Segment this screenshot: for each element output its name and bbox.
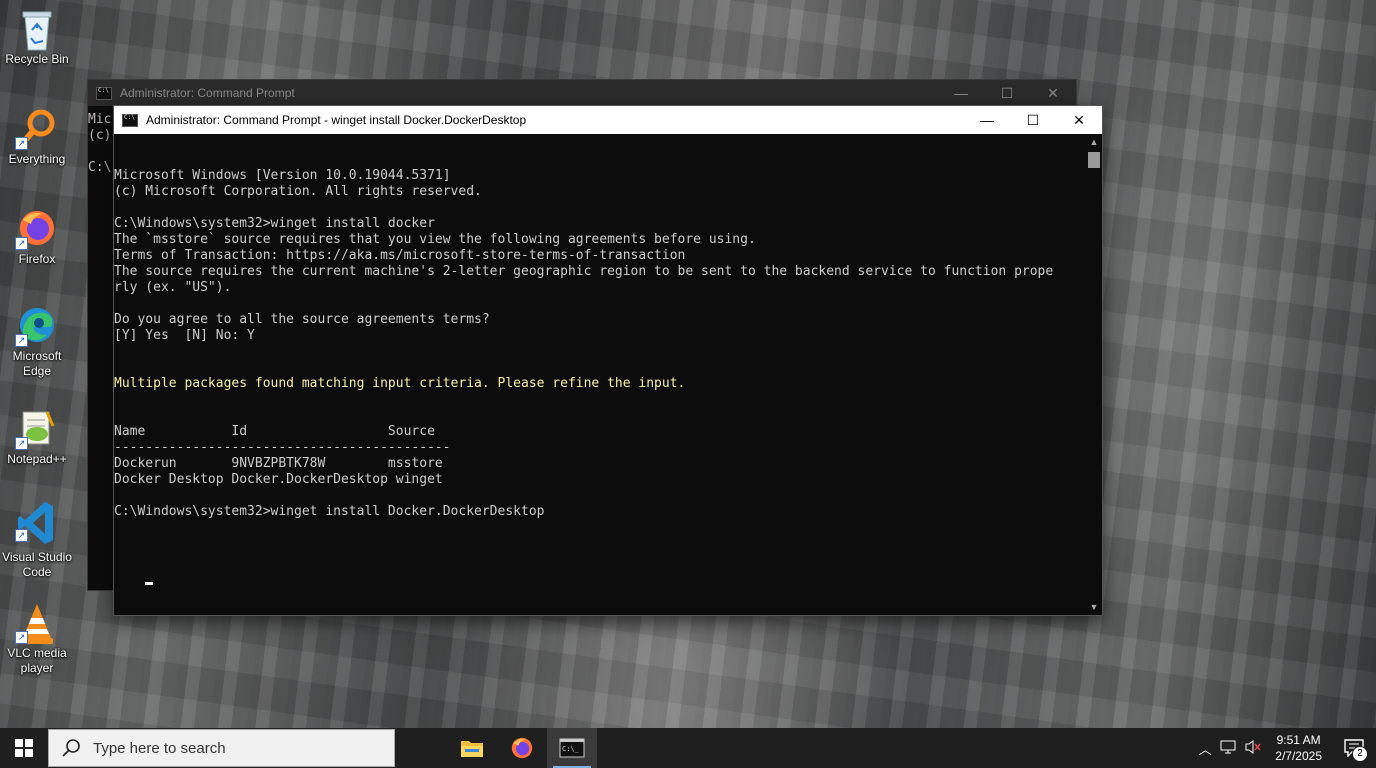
window-title: Administrator: Command Prompt (120, 86, 295, 100)
console-output[interactable]: Microsoft Windows [Version 10.0.19044.53… (114, 134, 1086, 615)
console-line: ----------------------------------------… (114, 440, 451, 455)
maximize-button[interactable]: ☐ (984, 80, 1030, 106)
desktop-icon-edge[interactable]: ↗ Microsoft Edge (2, 305, 72, 379)
vlc-icon: ↗ (15, 602, 57, 644)
minimize-button[interactable]: — (964, 106, 1010, 134)
notification-count-badge: 2 (1352, 746, 1368, 762)
minimize-button[interactable]: — (938, 80, 984, 106)
console-line: rly (ex. "US"). (114, 280, 232, 295)
shortcut-arrow-icon: ↗ (15, 137, 28, 150)
console-line: Microsoft Windows [Version 10.0.19044.53… (114, 168, 451, 183)
desktop-icon-notepad-plus-plus[interactable]: ↗ Notepad++ (2, 408, 72, 467)
desktop-icon-label: VLC media player (7, 646, 67, 675)
clock-date: 2/7/2025 (1275, 749, 1322, 763)
network-icon[interactable] (1217, 739, 1241, 758)
shortcut-arrow-icon: ↗ (15, 237, 28, 250)
close-button[interactable]: ✕ (1030, 80, 1076, 106)
taskbar-file-explorer[interactable] (447, 728, 497, 768)
desktop-icon-label: Microsoft Edge (12, 349, 62, 378)
console-cursor (145, 582, 154, 585)
everything-search-icon: ↗ (15, 108, 57, 150)
scroll-down-arrow-icon[interactable]: ▼ (1086, 599, 1102, 615)
console-line: (c) Microsoft Corporation. All rights re… (114, 184, 482, 199)
start-button[interactable] (0, 728, 48, 768)
desktop-icon-label: Firefox (18, 252, 56, 266)
shortcut-arrow-icon: ↗ (15, 334, 28, 347)
console-line: C:\Windows\system32>winget install docke… (114, 216, 435, 231)
cmd-window[interactable]: Administrator: Command Prompt - winget i… (113, 105, 1103, 616)
volume-muted-icon[interactable] (1241, 739, 1265, 758)
cmd-app-icon (96, 86, 112, 100)
taskbar-command-prompt[interactable]: C:\_ (547, 728, 597, 768)
firefox-icon (511, 737, 533, 759)
windows-logo-icon (15, 739, 33, 757)
vscode-icon: ↗ (15, 500, 57, 544)
action-center-button[interactable]: 2 (1332, 728, 1376, 768)
desktop-icon-label: Notepad++ (7, 452, 67, 466)
background-window-titlebar[interactable]: Administrator: Command Prompt — ☐ ✕ (88, 80, 1076, 106)
shortcut-arrow-icon: ↗ (15, 631, 28, 644)
taskbar-firefox[interactable] (497, 728, 547, 768)
console-line: The `msstore` source requires that you v… (114, 232, 756, 247)
console-line: C:\Windows\system32>winget install Docke… (114, 504, 545, 519)
desktop-icon-firefox[interactable]: ↗ Firefox (2, 208, 72, 267)
file-explorer-icon (461, 741, 483, 757)
desktop-icon-vlc[interactable]: ↗ VLC media player (2, 602, 72, 676)
console-line: Dockerun 9NVBZPBTK78W msstore (114, 456, 443, 471)
console-lines: Microsoft Windows [Version 10.0.19044.53… (114, 168, 1086, 344)
maximize-button[interactable]: ☐ (1010, 106, 1056, 134)
show-hidden-icons-chevron-icon[interactable]: ︿ (1193, 739, 1217, 758)
search-placeholder: Type here to search (93, 739, 226, 757)
vertical-scrollbar[interactable]: ▲ ▼ (1086, 134, 1102, 615)
clock-time: 9:51 AM (1276, 733, 1321, 747)
edge-icon: ↗ (15, 305, 57, 347)
command-prompt-icon: C:\_ (559, 738, 585, 758)
console-line: The source requires the current machine'… (114, 264, 1054, 279)
scrollbar-thumb[interactable] (1088, 152, 1100, 168)
taskbar-search-box[interactable]: Type here to search (48, 729, 395, 767)
notepad-plus-plus-icon: ↗ (15, 408, 57, 450)
console-warning-line: Multiple packages found matching input c… (114, 376, 686, 391)
desktop-icon-label: Visual Studio Code (2, 550, 72, 579)
system-tray: ︿ 9:51 AM 2/7/2025 2 (1193, 728, 1376, 768)
desktop-icon-vscode[interactable]: ↗ Visual Studio Code (2, 500, 72, 580)
window-titlebar[interactable]: Administrator: Command Prompt - winget i… (114, 106, 1102, 134)
scroll-up-arrow-icon[interactable]: ▲ (1086, 134, 1102, 150)
desktop-icon-label: Everything (8, 152, 66, 166)
console-line: Terms of Transaction: https://aka.ms/mic… (114, 248, 686, 263)
search-icon (62, 739, 80, 757)
taskbar-clock[interactable]: 9:51 AM 2/7/2025 (1265, 732, 1332, 764)
recycle-bin-icon (17, 8, 57, 51)
console-table-lines: Name Id Source --------------------------… (114, 424, 1086, 520)
desktop-icon-recycle-bin[interactable]: Recycle Bin (2, 8, 72, 67)
taskbar: Type here to search C:\_ ︿ 9:51 AM 2/7/2… (0, 728, 1376, 768)
close-button[interactable]: ✕ (1056, 106, 1102, 134)
shortcut-arrow-icon: ↗ (15, 529, 28, 542)
desktop-icon-label: Recycle Bin (5, 52, 69, 66)
console-line: Docker Desktop Docker.DockerDesktop wing… (114, 472, 443, 487)
console-line: Name Id Source (114, 424, 435, 439)
svg-text:C:\_: C:\_ (562, 745, 580, 753)
console-line: [Y] Yes [N] No: Y (114, 328, 255, 343)
firefox-icon: ↗ (15, 208, 57, 250)
console-line: Do you agree to all the source agreement… (114, 312, 490, 327)
window-title: Administrator: Command Prompt - winget i… (146, 113, 527, 127)
shortcut-arrow-icon: ↗ (15, 437, 28, 450)
cmd-app-icon (122, 113, 138, 127)
desktop-icon-everything[interactable]: ↗ Everything (2, 108, 72, 167)
